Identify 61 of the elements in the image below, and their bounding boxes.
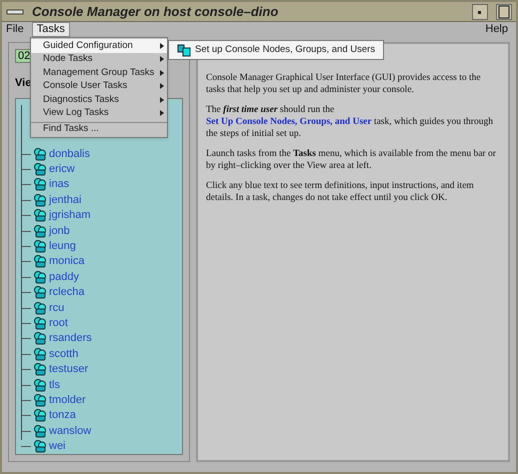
description-paragraph: Console Manager Graphical User Interface (GUI) provides access to the tasks that help you set up and administer your console. — [206, 72, 482, 96]
user-icon — [33, 255, 47, 268]
user-icon — [33, 209, 47, 222]
user-icon — [33, 194, 47, 207]
user-icon — [33, 409, 47, 422]
window-title: Console Manager on host console–dino — [32, 2, 280, 21]
users-icon — [177, 44, 191, 56]
tree-item[interactable]: monica — [49, 255, 84, 268]
menu-entry[interactable]: Node Tasks — [31, 52, 167, 66]
menu-item[interactable]: File — [2, 22, 28, 36]
window-menu-icon[interactable] — [6, 6, 24, 16]
tree-item[interactable]: tmolder — [49, 394, 86, 407]
tree-item[interactable]: wei — [49, 440, 66, 454]
menu-entry[interactable]: Guided Configuration — [31, 39, 167, 52]
user-icon — [33, 240, 47, 254]
user-icon — [33, 178, 47, 192]
tree-item[interactable]: paddy — [49, 270, 79, 284]
menu-entry[interactable]: View Log Tasks — [31, 106, 167, 120]
tree-item[interactable]: rsanders — [49, 332, 92, 346]
user-icon — [33, 148, 47, 161]
tree-item[interactable]: ericw — [49, 163, 75, 176]
user-icon — [33, 302, 47, 315]
tree-item[interactable]: donbalis — [49, 148, 90, 161]
tree-item[interactable]: root — [49, 316, 68, 330]
user-icon — [33, 378, 47, 392]
user-icon — [33, 270, 47, 284]
tree-item[interactable]: inas — [49, 178, 70, 192]
tree-item[interactable]: jenthai — [49, 194, 82, 207]
menu-entry[interactable]: Management Group Tasks — [31, 66, 167, 80]
user-icon — [33, 286, 47, 300]
user-icon — [33, 224, 47, 238]
tree-item[interactable]: tonza — [49, 409, 76, 422]
menu-entry[interactable]: Console User Tasks — [31, 80, 167, 93]
menu-item[interactable]: Help — [481, 20, 512, 38]
menu-entry[interactable]: Find Tasks ... — [31, 122, 167, 136]
tree-item[interactable]: rcu — [49, 302, 64, 315]
tree-item[interactable]: leung — [49, 240, 76, 254]
tree-item[interactable]: scotth — [49, 348, 78, 361]
menu-item[interactable]: Tasks — [32, 22, 70, 36]
maximize-icon[interactable] — [496, 4, 512, 20]
tree-item[interactable]: tls — [49, 378, 60, 392]
user-icon — [33, 363, 47, 376]
minimize-icon[interactable] — [472, 4, 488, 20]
description-paragraph: The first time user should run the Set Up Console Nodes, Groups, and User task, which guides you through the steps of initial set up. — [206, 104, 494, 140]
user-icon — [33, 348, 47, 361]
user-icon — [33, 440, 47, 454]
user-icon — [33, 394, 47, 407]
tree-item[interactable]: wanslow — [49, 424, 92, 438]
user-icon — [33, 163, 47, 176]
menu-entry[interactable]: Set up Console Nodes, Groups, and Users — [169, 41, 384, 59]
user-icon — [33, 424, 47, 438]
tree-item[interactable]: jgrisham — [49, 209, 91, 222]
user-icon — [33, 332, 47, 346]
description-paragraph: Click any blue text to see term definitions, input instructions, and item details. In a task, changes do not take effect until you click OK. — [206, 180, 475, 204]
help-link[interactable]: Set Up Console Nodes, Groups, and User — [206, 117, 372, 127]
tree-item[interactable]: jonb — [49, 224, 70, 238]
menu-entry[interactable]: Diagnostics Tasks — [31, 93, 167, 106]
user-icon — [33, 316, 47, 330]
description-paragraph: Launch tasks from the Tasks menu, which is available from the menu bar or by right–clicking over the View area at left. — [206, 148, 497, 172]
tree-item[interactable]: rclecha — [49, 286, 84, 300]
tree-item[interactable]: testuser — [49, 363, 88, 376]
